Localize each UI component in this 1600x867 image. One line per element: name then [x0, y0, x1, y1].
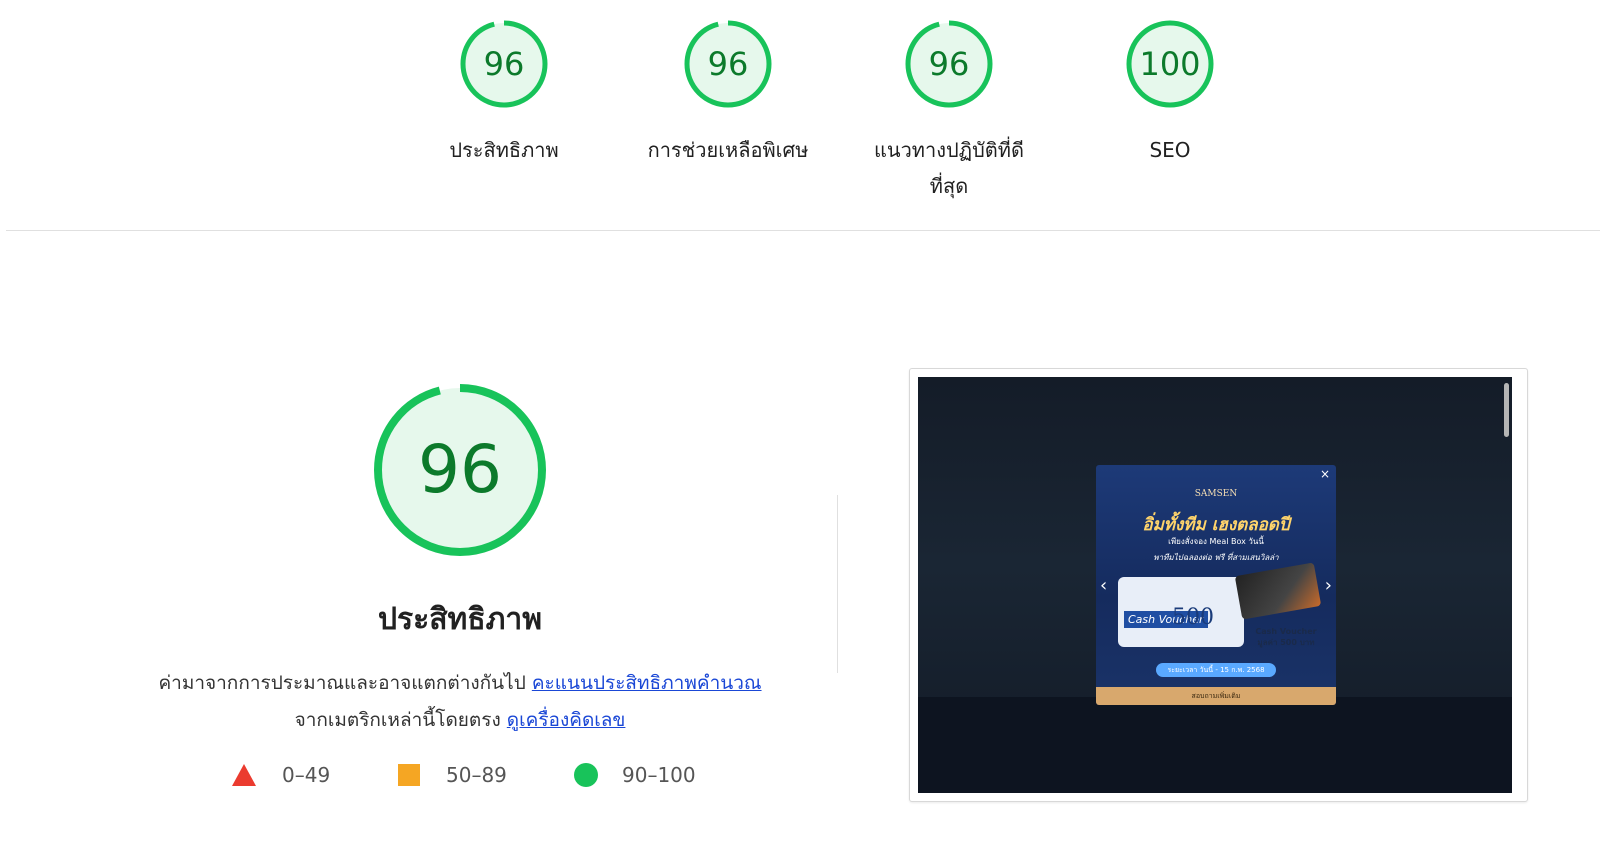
meal-box-image	[1234, 562, 1322, 620]
gauge-seo[interactable]: 100 SEO	[1080, 18, 1260, 168]
gauge-score: 96	[707, 45, 749, 83]
promo-headline: อิ่มทั้งทีม เฮงตลอดปี	[1142, 515, 1290, 535]
screenshot-footer-band	[918, 697, 1512, 793]
promo-subtitle: เพียงสั่งจอง Meal Box วันนี้	[1168, 537, 1264, 546]
circle-icon	[574, 763, 598, 787]
gauge-accessibility[interactable]: 96 การช่วยเหลือพิเศษ	[638, 18, 818, 168]
section-divider	[6, 230, 1600, 231]
calculator-link[interactable]: ดูเครื่องคิดเลข	[507, 709, 626, 731]
promo-period-pill: ระยะเวลา วันนี้ - 15 ก.พ. 2568	[1156, 663, 1276, 677]
performance-description: ค่ามาจากการประมาณและอาจแตกต่างกันไป คะแน…	[120, 665, 800, 739]
promo-popup: × SAMSEN อิ่มทั้งทีม เฮงตลอดปี เพียงสั่ง…	[1096, 465, 1336, 705]
description-text: ค่ามาจากการประมาณและอาจแตกต่างกันไป	[158, 672, 532, 694]
gauge-ring: 100	[1124, 18, 1216, 110]
performance-gauge: 96	[370, 380, 550, 560]
voucher-card: Cash Voucher 500	[1118, 577, 1244, 647]
promo-subtitle-2: พาทีมไปฉลองต่อ ฟรี ที่สามเสนวิลล่า	[1153, 553, 1279, 562]
legend-average-label: 50–89	[446, 763, 507, 787]
gauge-score: 96	[483, 45, 525, 83]
gauge-label: SEO	[1149, 138, 1191, 162]
description-text: จากเมตริกเหล่านี้โดยตรง	[294, 709, 507, 731]
vertical-separator	[837, 495, 838, 673]
voucher-text: Cash Voucher มูลค่า 500 บาท	[1255, 627, 1317, 647]
voucher-card-amount: 500	[1172, 605, 1214, 630]
gauge-label-line2: ที่สุด	[929, 174, 969, 198]
gauge-ring: 96	[903, 18, 995, 110]
score-calc-link[interactable]: คะแนนประสิทธิภาพคำนวณ	[532, 672, 762, 694]
category-summary: 96 ประสิทธิภาพ 96 การช่วยเหลือพิเศษ 96 แ…	[0, 18, 1600, 208]
promo-footer-strip: สอบถามเพิ่มเติม	[1096, 687, 1336, 705]
gauge-label-line1: แนวทางปฏิบัติที่ดี	[874, 138, 1024, 162]
chevron-right-icon: ›	[1324, 575, 1332, 596]
gauge-label: ประสิทธิภาพ	[449, 138, 559, 162]
final-screenshot: × SAMSEN อิ่มทั้งทีม เฮงตลอดปี เพียงสั่ง…	[918, 377, 1512, 793]
gauge-ring: 96	[682, 18, 774, 110]
gauge-performance[interactable]: 96 ประสิทธิภาพ	[414, 18, 594, 168]
gauge-ring: 96	[458, 18, 550, 110]
square-icon	[398, 764, 420, 786]
chevron-left-icon: ‹	[1100, 575, 1108, 596]
gauge-label: การช่วยเหลือพิเศษ	[647, 138, 809, 162]
description-line1: ค่ามาจากการประมาณและอาจแตกต่างกันไป คะแน…	[120, 665, 800, 702]
performance-title: ประสิทธิภาพ	[377, 602, 543, 637]
close-icon: ×	[1319, 467, 1330, 481]
scrollbar-thumb	[1504, 383, 1509, 437]
promo-brand: SAMSEN	[1194, 489, 1238, 499]
lighthouse-report: 96 ประสิทธิภาพ 96 การช่วยเหลือพิเศษ 96 แ…	[0, 0, 1600, 867]
description-line2: จากเมตริกเหล่านี้โดยตรง ดูเครื่องคิดเลข	[120, 702, 800, 739]
gauge-score: 100	[1139, 45, 1201, 83]
gauge-best-practices[interactable]: 96 แนวทางปฏิบัติที่ดี ที่สุด	[859, 18, 1039, 204]
performance-score: 96	[418, 431, 502, 508]
gauge-label: แนวทางปฏิบัติที่ดี ที่สุด	[859, 132, 1039, 204]
final-screenshot-frame[interactable]: × SAMSEN อิ่มทั้งทีม เฮงตลอดปี เพียงสั่ง…	[909, 368, 1528, 802]
legend-pass-label: 90–100	[622, 763, 696, 787]
gauge-score: 96	[928, 45, 970, 83]
triangle-icon	[232, 764, 256, 786]
performance-section: 96 ประสิทธิภาพ ค่ามาจากการประมาณและอาจแต…	[120, 380, 800, 739]
legend-fail-label: 0–49	[282, 763, 331, 787]
